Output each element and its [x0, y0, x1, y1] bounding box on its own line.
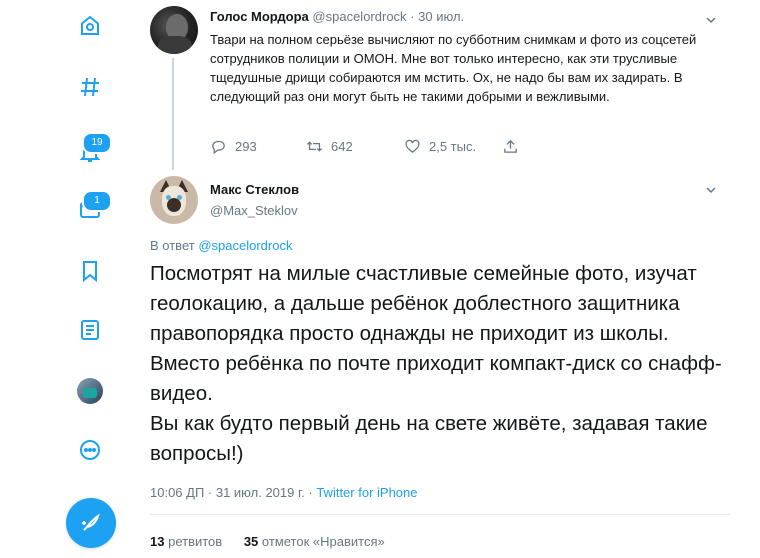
tweet-header: Голос Мордора @spacelordrock · 30 июл.	[210, 9, 464, 24]
like-icon	[405, 139, 420, 153]
retweet-icon	[306, 141, 323, 152]
reply-icon	[212, 140, 225, 155]
like-button[interactable]: 2,5 тыс.	[404, 138, 502, 155]
messages-nav[interactable]: 1	[76, 190, 112, 224]
reply-button[interactable]: 293	[210, 138, 306, 155]
likes-stat[interactable]: 35 отметок «Нравится»	[244, 534, 385, 549]
compose-icon	[82, 513, 100, 531]
avatar[interactable]	[150, 176, 198, 224]
notifications-badge: 19	[82, 132, 112, 154]
user-handle[interactable]: @Max_Steklov	[210, 203, 298, 218]
share-button[interactable]	[502, 138, 527, 155]
chevron-down-icon[interactable]	[706, 182, 716, 194]
bookmark-icon[interactable]	[76, 257, 104, 285]
reply-count: 293	[235, 139, 257, 154]
retweet-count: 642	[331, 139, 353, 154]
tweet-actions: 293 642 2,5 тыс.	[210, 138, 527, 155]
reply-context: В ответ @spacelordrock	[150, 238, 292, 253]
messages-badge: 1	[82, 190, 112, 212]
likes-count: 35	[243, 534, 259, 549]
separator: ·	[410, 9, 415, 24]
retweets-label: ретвитов	[168, 534, 223, 549]
display-name[interactable]: Макс Стеклов	[210, 182, 299, 197]
retweet-button[interactable]: 642	[306, 138, 404, 155]
tweet-timestamp[interactable]: 10:06 ДП · 31 июл. 2019 г. ·	[150, 485, 313, 500]
chevron-down-icon[interactable]	[706, 12, 716, 24]
notifications-nav[interactable]: 19	[76, 132, 112, 166]
thread-connector	[172, 58, 174, 170]
user-handle[interactable]: @spacelordrock	[312, 9, 406, 24]
reply-to-link[interactable]: @spacelordrock	[198, 238, 292, 253]
hashtag-icon[interactable]	[76, 73, 104, 101]
retweets-count: 13	[150, 534, 165, 549]
avatar	[77, 378, 103, 404]
likes-label: отметок «Нравится»	[261, 534, 385, 549]
tweet-metadata: 10:06 ДП · 31 июл. 2019 г. · Twitter for…	[150, 485, 417, 500]
list-icon[interactable]	[76, 316, 104, 344]
tweet-text: Твари на полном серьёзе вычисляют по суб…	[210, 32, 697, 104]
avatar[interactable]	[150, 6, 198, 54]
display-name[interactable]: Голос Мордора	[210, 9, 309, 24]
profile-nav[interactable]	[76, 377, 104, 405]
retweets-stat[interactable]: 13 ретвитов	[150, 534, 226, 549]
divider	[150, 514, 730, 515]
reply-prefix: В ответ	[150, 238, 195, 253]
like-count: 2,5 тыс.	[429, 139, 477, 154]
tweet-source-link[interactable]: Twitter for iPhone	[316, 485, 417, 500]
home-icon[interactable]	[76, 12, 104, 40]
compose-tweet-button[interactable]	[66, 498, 116, 548]
tweet-text: Посмотрят на милые счастливые семейные ф…	[150, 262, 722, 465]
tweet-date[interactable]: 30 июл.	[418, 9, 464, 24]
tweet-stats: 13 ретвитов 35 отметок «Нравится»	[150, 534, 403, 549]
more-circle-icon[interactable]	[76, 436, 104, 464]
share-icon	[504, 139, 517, 153]
